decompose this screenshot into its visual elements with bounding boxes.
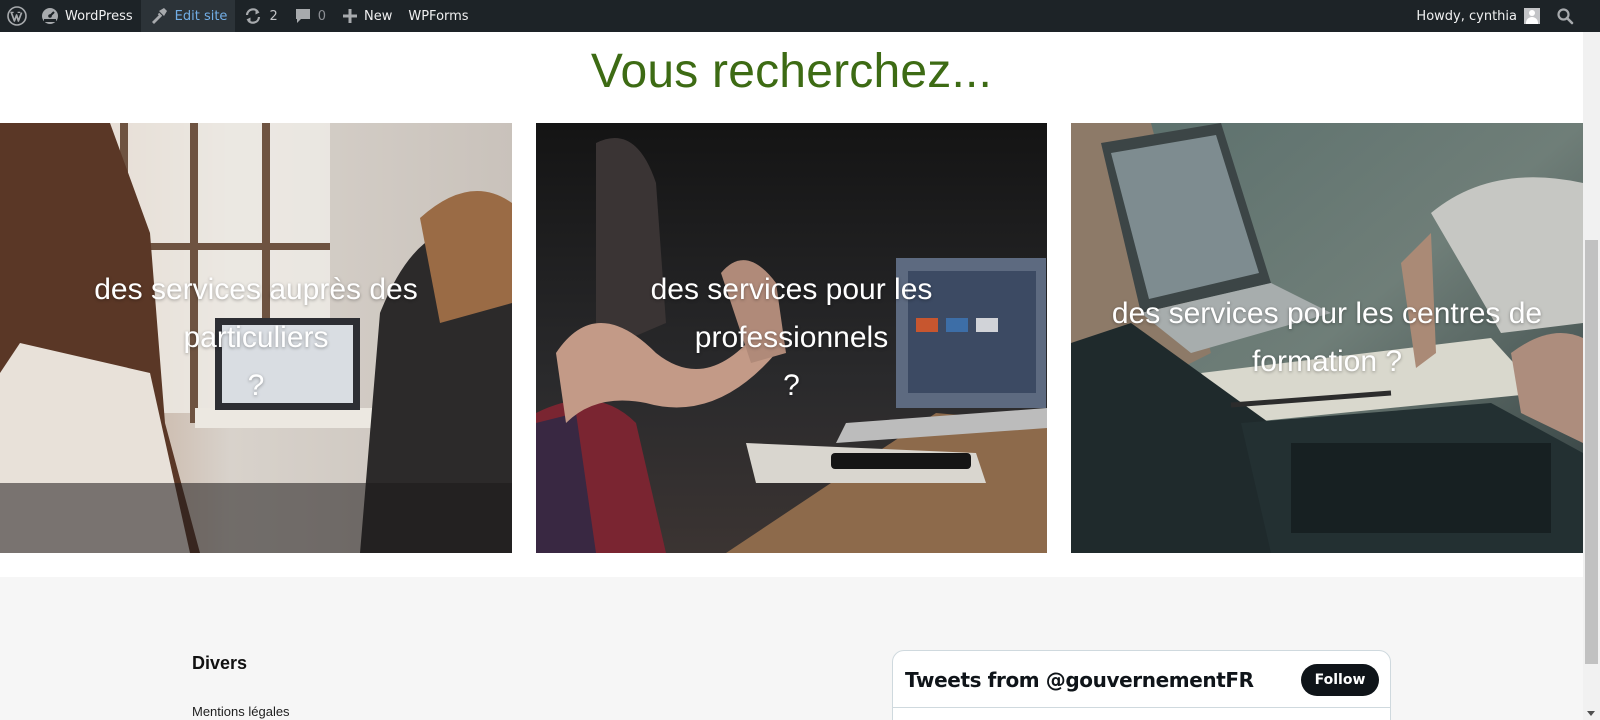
greeting-label: Howdy, cynthia xyxy=(1416,8,1517,24)
card-text-line1: des services auprès des particuliers xyxy=(94,273,418,354)
comment-icon xyxy=(294,7,312,25)
card-text: des services pour les centres de formati… xyxy=(1112,290,1542,386)
twitter-widget-title: Tweets from @gouvernementFR xyxy=(905,668,1254,692)
updates-count: 2 xyxy=(269,8,278,24)
card-text-line2: formation ? xyxy=(1251,345,1403,378)
scroll-down-arrow-icon[interactable] xyxy=(1587,711,1595,716)
new-content-button[interactable]: New xyxy=(334,0,400,32)
card-particuliers[interactable]: des services auprès des particuliers ? xyxy=(0,123,512,553)
dashboard-icon xyxy=(41,7,59,25)
card-centres-formation[interactable]: des services pour les centres de formati… xyxy=(1071,123,1583,553)
wpforms-label: WPForms xyxy=(408,8,469,24)
card-text: des services pour les professionnels ? xyxy=(558,266,1025,410)
edit-site-label: Edit site xyxy=(174,8,228,24)
follow-button[interactable]: Follow xyxy=(1301,664,1379,696)
updates-icon xyxy=(243,6,263,26)
site-name-menu[interactable]: WordPress xyxy=(34,0,141,32)
card-text-line1: des services pour les centres de xyxy=(1111,297,1543,330)
section-title: Vous recherchez... xyxy=(590,45,993,98)
footer-link-mentions-legales[interactable]: Mentions légales xyxy=(192,704,290,719)
site-name-label: WordPress xyxy=(65,8,133,24)
admin-search-button[interactable] xyxy=(1550,0,1600,32)
comments-button[interactable]: 0 xyxy=(286,0,334,32)
updates-button[interactable]: 2 xyxy=(235,0,285,32)
search-icon xyxy=(1556,7,1574,25)
twitter-timeline-widget: Tweets from @gouvernementFR Follow xyxy=(892,650,1391,720)
card-professionnels[interactable]: des services pour les professionnels ? xyxy=(536,123,1047,553)
avatar xyxy=(1524,8,1540,24)
footer: Divers Mentions légales Tweets from @gou… xyxy=(0,577,1583,720)
card-text-line2: ? xyxy=(247,369,265,402)
brush-icon xyxy=(149,6,169,26)
wpforms-menu[interactable]: WPForms xyxy=(400,0,476,32)
edit-site-button[interactable]: Edit site xyxy=(140,0,236,32)
admin-bar: WordPress Edit site 2 0 New WPForms Howd… xyxy=(0,0,1600,32)
wordpress-logo-icon xyxy=(7,6,27,26)
twitter-widget-divider xyxy=(893,707,1390,708)
comments-count: 0 xyxy=(317,8,326,24)
footer-heading: Divers xyxy=(192,653,248,673)
new-content-label: New xyxy=(364,8,393,24)
page-scrollbar[interactable] xyxy=(1583,32,1600,720)
account-menu[interactable]: Howdy, cynthia xyxy=(1408,0,1550,32)
card-text: des services auprès des particuliers ? xyxy=(22,266,490,410)
wordpress-logo-button[interactable] xyxy=(0,0,34,32)
card-text-line1: des services pour les professionnels xyxy=(650,273,933,354)
plus-icon xyxy=(342,8,358,24)
scrollbar-thumb[interactable] xyxy=(1585,240,1598,664)
card-text-line2: ? xyxy=(783,369,800,402)
